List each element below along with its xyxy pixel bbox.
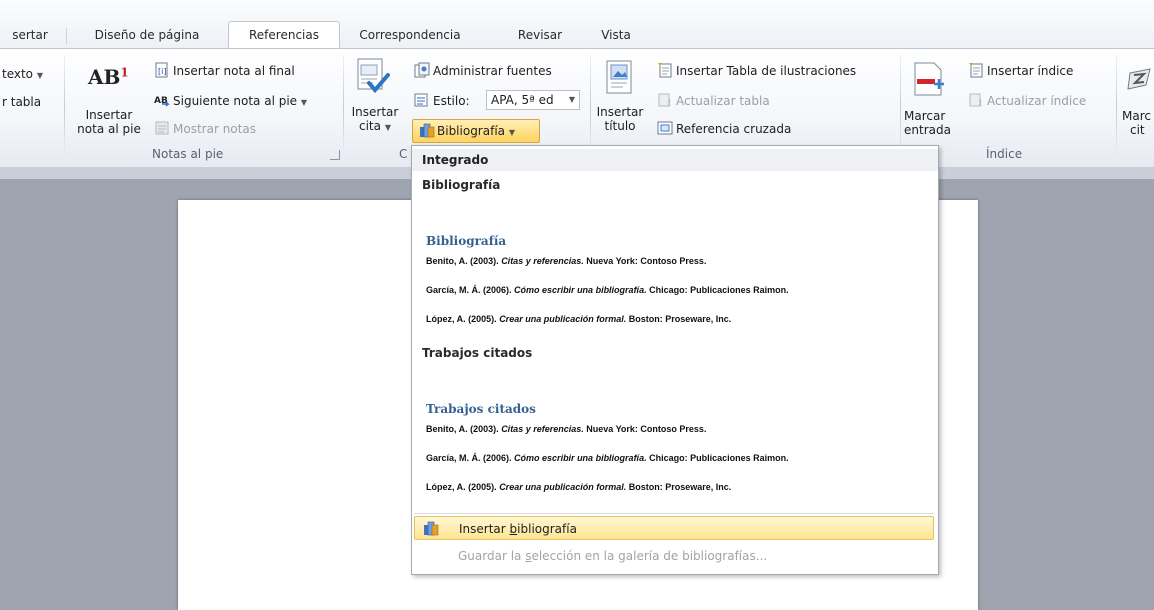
- update-index-icon: !: [969, 93, 983, 108]
- insertar-cita-label-1: Insertar: [351, 105, 399, 119]
- preview-title: Trabajos citados: [426, 402, 536, 416]
- actualizar-tabla-button[interactable]: ! Actualizar tabla: [657, 91, 770, 111]
- marcar-entrada-button[interactable]: Marcar entrada: [904, 59, 964, 147]
- mostrar-notas-button[interactable]: Mostrar notas: [154, 119, 256, 139]
- estilo-value: APA, 5ª ed: [491, 93, 554, 107]
- ribbon-tab-strip: sertar Diseño de página Referencias Corr…: [0, 0, 1154, 49]
- guardar-seleccion-menu-item[interactable]: Guardar la selección en la galería de bi…: [414, 544, 934, 568]
- group-label-citas: C: [399, 147, 408, 161]
- cross-reference-icon: [657, 121, 673, 135]
- mark-citation-icon: [1127, 68, 1151, 90]
- manage-sources-icon: [414, 62, 430, 78]
- group-label-notas-al-pie: Notas al pie: [152, 147, 224, 161]
- bibliografia-dropdown-menu: Integrado Bibliografía Bibliografía Beni…: [411, 145, 939, 575]
- insertar-tabla-ilustraciones-button[interactable]: Insertar Tabla de ilustraciones: [657, 61, 856, 81]
- gallery-item-name: Bibliografía: [422, 178, 501, 192]
- tab-diseno-de-pagina[interactable]: Diseño de página: [80, 22, 214, 48]
- group-separator: [343, 55, 344, 161]
- preview-entry: García, M. Á. (2006). Cómo escribir una …: [426, 285, 789, 295]
- preview-entry: Benito, A. (2003). Citas y referencias. …: [426, 424, 707, 434]
- marcar-cita-label-1: Marc: [1122, 109, 1151, 123]
- preview-title: Bibliografía: [426, 234, 507, 248]
- insertar-nota-al-pie-button[interactable]: AB1 Insertar nota al pie: [72, 63, 146, 143]
- svg-text:!: !: [667, 98, 672, 108]
- gallery-item-trabajos-citados[interactable]: Trabajos citados Trabajos citados Benito…: [414, 340, 934, 500]
- insert-index-icon: [969, 63, 983, 78]
- preview-entry: López, A. (2005). Crear una publicación …: [426, 482, 732, 492]
- estilo-dropdown[interactable]: APA, 5ª ed ▼: [486, 90, 580, 110]
- svg-text:[i]: [i]: [158, 67, 166, 76]
- actualizar-indice-button[interactable]: ! Actualizar índice: [968, 91, 1086, 111]
- preview-entry: García, M. Á. (2006). Cómo escribir una …: [426, 453, 789, 463]
- tab-revisar[interactable]: Revisar: [506, 22, 574, 48]
- siguiente-nota-al-pie-button[interactable]: AB Siguiente nota al pie ▼: [154, 91, 307, 111]
- insertar-nota-al-final-button[interactable]: [i] Insertar nota al final: [154, 61, 295, 81]
- bibliography-icon: [420, 123, 435, 138]
- bibliography-icon: [424, 521, 439, 536]
- insert-citation-icon: [357, 58, 390, 94]
- group-label-indice: Índice: [986, 147, 1023, 161]
- marcar-cita-label-2: cit: [1130, 123, 1145, 137]
- tab-insertar[interactable]: sertar: [4, 22, 56, 48]
- mark-entry-icon: [914, 62, 944, 96]
- marcar-entrada-label-2: entrada: [904, 123, 951, 137]
- marcar-entrada-label-1: Marcar: [904, 109, 946, 123]
- group-separator: [1116, 55, 1117, 161]
- referencia-cruzada-button[interactable]: Referencia cruzada: [657, 119, 791, 139]
- insertar-texto-button[interactable]: texto ▼: [2, 67, 43, 83]
- ab-footnote-icon: AB1: [88, 65, 129, 89]
- insertar-nota-label-2: nota al pie: [77, 122, 141, 136]
- estilo-row: Estilo:: [414, 91, 470, 111]
- update-table-icon: !: [658, 93, 672, 108]
- marcar-cita-button[interactable]: Marc cit: [1122, 59, 1154, 147]
- svg-text:!: !: [978, 98, 983, 108]
- show-notes-icon: [155, 121, 169, 135]
- insertar-titulo-button[interactable]: Insertar título: [592, 57, 648, 147]
- bibliografia-button[interactable]: Bibliografía ▼: [412, 119, 540, 143]
- insert-caption-icon: [606, 60, 632, 94]
- insertar-indice-button[interactable]: Insertar índice: [968, 61, 1073, 81]
- preview-entry: Benito, A. (2003). Citas y referencias. …: [426, 256, 707, 266]
- next-footnote-icon: AB: [154, 96, 170, 107]
- insertar-titulo-label-2: título: [604, 119, 636, 133]
- chevron-down-icon: ▼: [568, 95, 575, 104]
- gallery-item-name: Trabajos citados: [422, 346, 533, 360]
- group-separator: [64, 55, 65, 161]
- table-of-figures-icon: [658, 63, 672, 78]
- tab-vista[interactable]: Vista: [593, 22, 639, 48]
- notas-dialog-launcher-icon[interactable]: [330, 150, 340, 160]
- tab-separator: [66, 28, 67, 44]
- insertar-titulo-label-1: Insertar: [596, 105, 644, 119]
- preview-entry: López, A. (2005). Crear una publicación …: [426, 314, 732, 324]
- style-icon: [414, 93, 428, 107]
- insertar-nota-label-1: Insertar: [85, 108, 133, 122]
- menu-separator: [414, 513, 934, 514]
- tab-referencias[interactable]: Referencias: [228, 21, 340, 49]
- administrar-fuentes-button[interactable]: Administrar fuentes: [414, 61, 552, 81]
- endnote-icon: [i]: [155, 62, 168, 78]
- insertar-cita-label-2: cita ▼: [359, 119, 391, 133]
- actualizar-tabla-cut-button[interactable]: r tabla: [2, 95, 41, 110]
- tab-correspondencia[interactable]: Correspondencia: [346, 22, 474, 48]
- gallery-item-bibliografia[interactable]: Bibliografía Bibliografía Benito, A. (20…: [414, 172, 934, 326]
- insertar-cita-button[interactable]: Insertar cita ▼: [349, 55, 401, 145]
- insertar-bibliografia-menu-item[interactable]: Insertar bibliografía: [414, 516, 934, 540]
- estilo-label: Estilo:: [433, 94, 470, 108]
- menu-header-integrado: Integrado: [412, 149, 938, 171]
